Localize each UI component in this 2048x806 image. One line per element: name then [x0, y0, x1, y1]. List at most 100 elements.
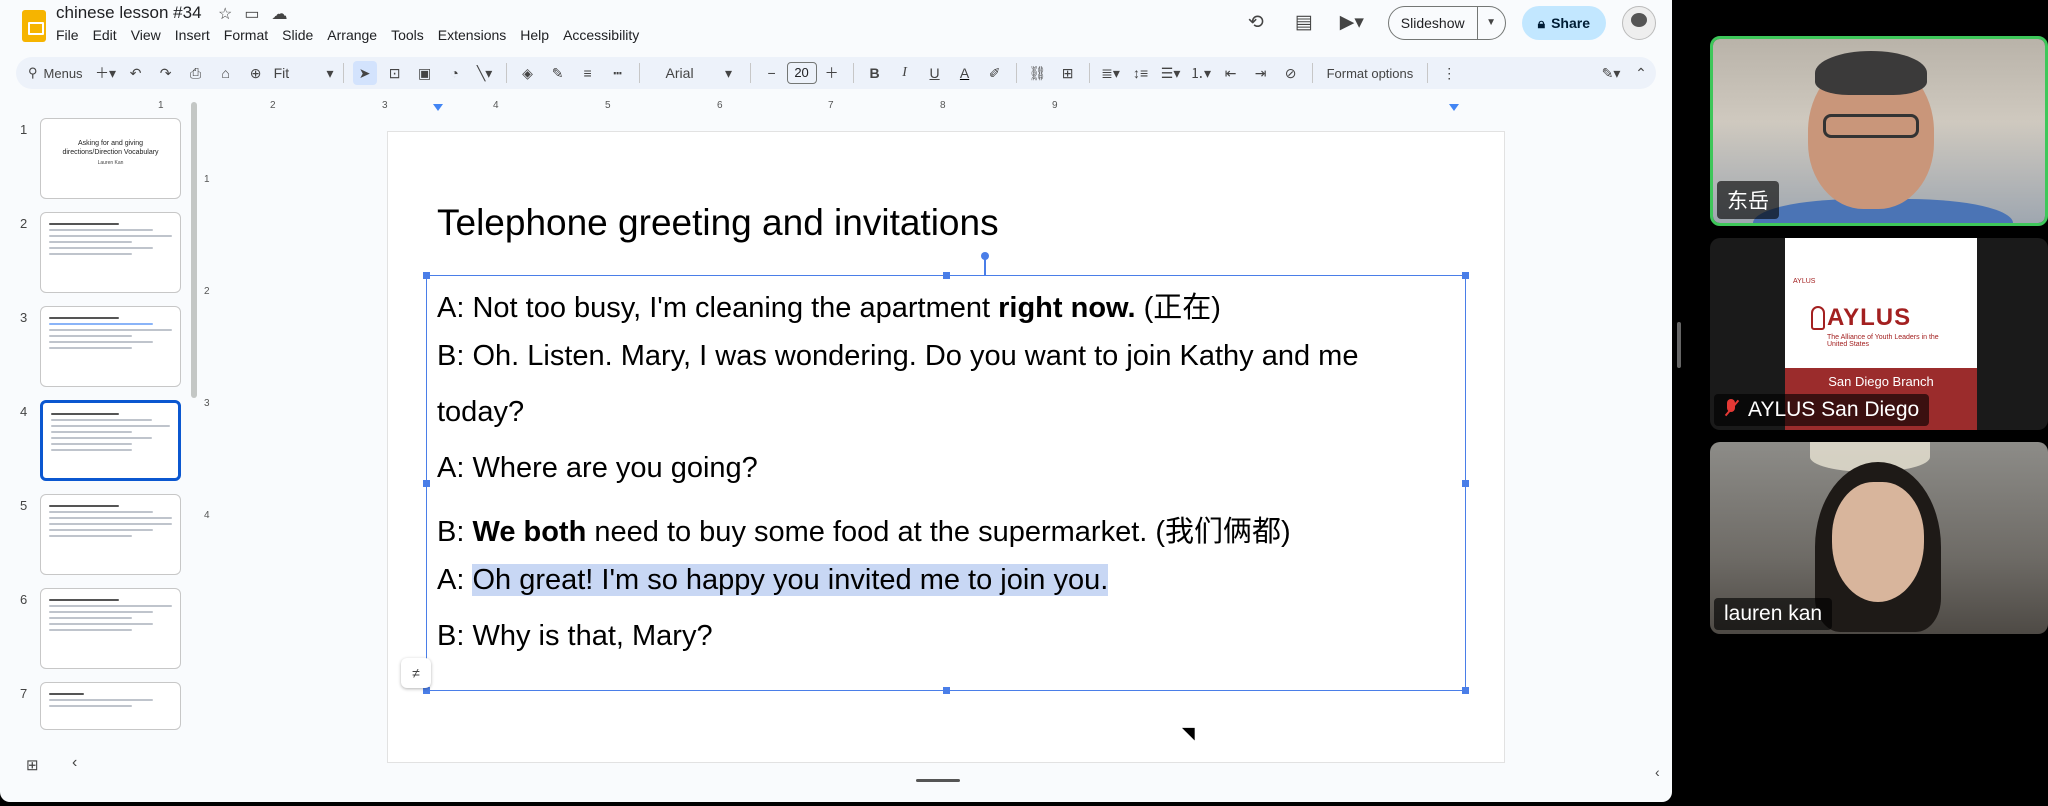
account-avatar[interactable]	[1622, 6, 1656, 40]
slide-title[interactable]: Telephone greeting and invitations	[437, 202, 999, 244]
undo-icon[interactable]: ↶	[124, 61, 148, 85]
panel-resize-handle[interactable]	[1677, 322, 1681, 368]
grid-view-icon[interactable]: ⊞	[26, 756, 39, 774]
slide-thumbnail[interactable]	[40, 682, 181, 730]
resize-handle[interactable]	[423, 687, 430, 694]
video-tile[interactable]: lauren kan	[1710, 442, 2048, 634]
slides-logo-icon[interactable]	[22, 10, 46, 42]
insert-link-icon[interactable]: ⛓	[1026, 61, 1050, 85]
font-size-input[interactable]: 20	[786, 62, 817, 84]
resize-handle[interactable]	[943, 272, 950, 279]
star-icon[interactable]: ☆	[218, 4, 232, 24]
more-options-icon[interactable]: ⋮	[1437, 61, 1461, 85]
resize-handle[interactable]	[1462, 272, 1469, 279]
redo-icon[interactable]: ↷	[154, 61, 178, 85]
increase-font-icon[interactable]: ＋	[820, 61, 844, 85]
filmstrip-item[interactable]: 1 Asking for and giving directions/Direc…	[0, 118, 200, 202]
meet-camera-icon[interactable]: ▶▾	[1340, 11, 1364, 35]
line-icon[interactable]: ╲▾	[473, 61, 497, 85]
clear-formatting-icon[interactable]: ⊘	[1279, 61, 1303, 85]
bold-icon[interactable]: B	[863, 61, 887, 85]
filmstrip-item[interactable]: 5	[0, 494, 200, 578]
collapse-filmstrip-icon[interactable]: ‹	[72, 754, 77, 772]
menu-arrange[interactable]: Arrange	[327, 27, 377, 43]
menu-file[interactable]: File	[56, 27, 79, 43]
new-slide-icon[interactable]: ＋▾	[94, 61, 118, 85]
zoom-icon[interactable]: ⊕	[244, 61, 268, 85]
select-tool-icon[interactable]: ➤	[352, 61, 377, 85]
bulleted-list-icon[interactable]: ☰▾	[1159, 61, 1183, 85]
search-menus[interactable]: ⚲ Menus	[16, 65, 91, 81]
increase-indent-icon[interactable]: ⇥	[1249, 61, 1273, 85]
editing-mode-icon[interactable]: ✎▾	[1599, 61, 1623, 85]
slide-thumbnail[interactable]	[40, 494, 181, 575]
canvas-resize-handle[interactable]	[916, 779, 960, 782]
line-spacing-icon[interactable]: ↕≡	[1129, 61, 1153, 85]
fill-color-icon[interactable]: ◈	[516, 61, 540, 85]
slideshow-button[interactable]: Slideshow	[1389, 7, 1477, 39]
left-indent-marker-icon[interactable]	[433, 104, 443, 111]
slide-thumbnail[interactable]	[40, 212, 181, 293]
document-title[interactable]: chinese lesson #34	[56, 3, 202, 23]
collapse-toolbar-icon[interactable]: ⌃	[1629, 61, 1653, 85]
video-tile[interactable]: AYLUS AYLUS The Alliance of Youth Leader…	[1710, 238, 2048, 430]
filmstrip-item[interactable]: 3	[0, 306, 200, 390]
filmstrip-item[interactable]: 7	[0, 682, 200, 766]
text-box-icon[interactable]: ⊡	[383, 61, 407, 85]
border-weight-icon[interactable]: ≡	[576, 61, 600, 85]
slideshow-dropdown-chevron-icon[interactable]: ▼	[1476, 7, 1505, 39]
autofit-icon[interactable]: ≠	[401, 658, 431, 688]
insert-image-icon[interactable]: ▣	[413, 61, 437, 85]
resize-handle[interactable]	[1462, 687, 1469, 694]
menu-view[interactable]: View	[131, 27, 161, 43]
decrease-indent-icon[interactable]: ⇤	[1219, 61, 1243, 85]
horizontal-ruler[interactable]: 1 2 3 4 5 6 7 8 9	[158, 98, 1504, 116]
slide-thumbnail[interactable]: Asking for and giving directions/Directi…	[40, 118, 181, 199]
selected-text[interactable]: Oh great! I'm so happy you invited me to…	[472, 564, 1109, 596]
filmstrip-item[interactable]: 2	[0, 212, 200, 296]
menu-extensions[interactable]: Extensions	[438, 27, 506, 43]
resize-handle[interactable]	[1462, 480, 1469, 487]
filmstrip-item-selected[interactable]: 4	[0, 400, 200, 484]
filmstrip-scrollbar[interactable]	[191, 102, 197, 398]
side-panel-toggle-icon[interactable]: ‹	[1655, 764, 1660, 780]
resize-handle[interactable]	[423, 480, 430, 487]
menu-accessibility[interactable]: Accessibility	[563, 27, 639, 43]
rotate-handle[interactable]	[981, 252, 989, 260]
slide-thumbnail[interactable]	[40, 306, 181, 387]
border-color-icon[interactable]: ✎	[546, 61, 570, 85]
highlight-color-icon[interactable]: ✐	[983, 61, 1007, 85]
video-tile-active-speaker[interactable]: 东岳	[1710, 36, 2048, 226]
share-button[interactable]: 🔒︎ Share	[1521, 6, 1606, 40]
add-comment-icon[interactable]: ⊞	[1056, 61, 1080, 85]
numbered-list-icon[interactable]: ⒈▾	[1189, 61, 1213, 85]
menu-slide[interactable]: Slide	[282, 27, 313, 43]
border-dash-icon[interactable]: ┅	[606, 61, 630, 85]
vertical-ruler[interactable]: 1 2 3 4	[200, 118, 218, 738]
menu-insert[interactable]: Insert	[175, 27, 210, 43]
text-color-icon[interactable]: A	[953, 61, 977, 85]
menu-tools[interactable]: Tools	[391, 27, 424, 43]
version-history-icon[interactable]: ⟲	[1244, 11, 1268, 35]
menu-help[interactable]: Help	[520, 27, 549, 43]
zoom-select[interactable]: Fit ▾	[274, 61, 334, 85]
right-indent-marker-icon[interactable]	[1449, 104, 1459, 111]
paint-format-icon[interactable]: ⌂	[214, 61, 238, 85]
italic-icon[interactable]: I	[893, 61, 917, 85]
font-chevron-icon[interactable]: ▾	[717, 61, 741, 85]
format-options-button[interactable]: Format options	[1319, 66, 1422, 81]
print-icon[interactable]: ⎙	[184, 61, 208, 85]
resize-handle[interactable]	[423, 272, 430, 279]
move-folder-icon[interactable]: ▭	[244, 4, 259, 24]
slide-thumbnail-selected[interactable]	[40, 400, 181, 481]
dialogue-text-box[interactable]: A: Not too busy, I'm cleaning the apartm…	[401, 252, 1469, 741]
align-icon[interactable]: ≣▾	[1099, 61, 1123, 85]
decrease-font-icon[interactable]: −	[760, 61, 784, 85]
slide-thumbnail[interactable]	[40, 588, 181, 669]
shape-icon[interactable]: ◔	[443, 61, 467, 85]
underline-icon[interactable]: U	[923, 61, 947, 85]
slide-canvas[interactable]: Telephone greeting and invitations A: No…	[388, 132, 1504, 762]
filmstrip-item[interactable]: 6	[0, 588, 200, 672]
comments-icon[interactable]: ▤	[1292, 11, 1316, 35]
menu-format[interactable]: Format	[224, 27, 268, 43]
